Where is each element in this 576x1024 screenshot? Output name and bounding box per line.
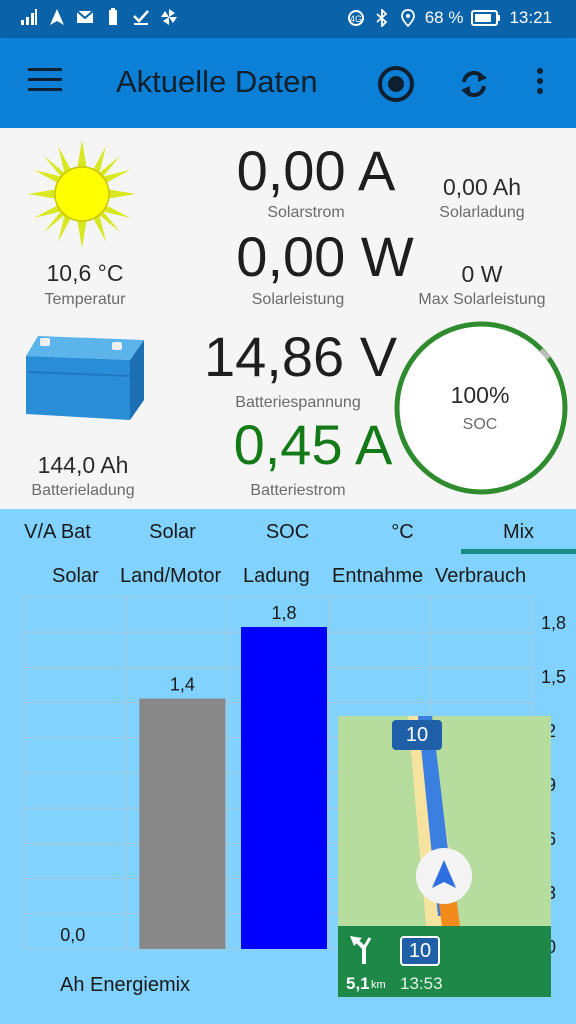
navigation-overlay[interactable]: 10 5,1 km 10 13:53 [338,716,551,997]
check-icon [133,10,149,25]
temperature-label: Temperatur [44,291,126,308]
tab-temperature[interactable]: °C [345,521,460,544]
soc-value: 100% [450,382,510,408]
solar-charge-value: 0,00 Ah [442,174,522,200]
distance-unit: km [371,979,386,991]
navigation-panel: 5,1 km 10 13:53 [338,926,551,997]
status-right-icons: 4G 68 % 13:21 [347,8,552,28]
tab-va-bat[interactable]: V/A Bat [0,521,115,544]
battery-alert-icon [109,8,117,25]
bar-1 [139,698,226,949]
status-left-icons [20,8,178,26]
bluetooth-icon [376,9,388,27]
tab-soc[interactable]: SOC [230,521,345,544]
turn-left-icon [350,936,372,964]
app-title: Aktuelle Daten [116,64,318,99]
soc-label: SOC [462,416,498,433]
battery-voltage-label: Batteriespannung [235,394,361,411]
y-tick-label: 1,5 [541,667,566,687]
bar-value-label: 0,0 [60,925,85,945]
bar-2 [241,627,327,949]
solar-charge-label: Solarladung [439,204,525,221]
refresh-icon[interactable] [456,66,492,102]
menu-icon[interactable] [28,68,62,98]
active-tab-indicator [461,549,576,554]
battery-icon [471,10,501,26]
max-solar-power-label: Max Solarleistung [418,291,546,308]
battery-voltage-value: 14,86 V [204,325,398,388]
app-bar: Aktuelle Daten [0,38,576,128]
next-shield: 10 [400,936,440,966]
solar-power-label: Solarleistung [251,291,345,308]
more-options-icon[interactable] [532,68,548,102]
bar-value-label: 1,4 [170,675,195,695]
record-button[interactable] [378,66,414,102]
battery-charge-label: Batterieladung [31,482,135,499]
solar-current-value: 0,00 A [236,139,396,202]
location-icon [400,9,415,27]
pinwheel-icon [161,9,177,25]
route-shield: 10 [392,720,442,750]
distance-value: 5,1 [346,974,370,993]
svg-text:4G: 4G [350,14,362,24]
navigation-icon [50,9,64,25]
chart-tabs: V/A Bat Solar SOC °C Mix [0,509,576,555]
battery-current-label: Batteriestrom [250,482,346,499]
battery-icon-large [26,336,144,420]
tab-solar[interactable]: Solar [115,521,230,544]
navigation-map [408,716,472,926]
mail-icon [76,10,94,23]
solar-current-label: Solarstrom [267,204,345,221]
y-tick-label: 1,8 [541,613,566,633]
battery-percent: 68 % [424,8,464,27]
max-solar-power-value: 0 W [461,261,503,287]
eta-time: 13:53 [400,974,443,993]
temperature-value: 10,6 °C [46,260,124,286]
data-saver-icon: 4G [347,10,364,26]
live-data-panel: 10,6 °C Temperatur 0,00 A Solarstrom 0,0… [0,128,576,509]
bar-value-label: 1,8 [271,603,296,623]
status-time: 13:21 [509,8,552,27]
chart-title: Ah Energiemix [60,974,191,996]
tab-mix[interactable]: Mix [461,521,576,544]
status-bar: 4G 68 % 13:21 [0,0,576,38]
sun-icon [28,140,136,248]
battery-charge-value: 144,0 Ah [37,452,129,478]
battery-current-value: 0,45 A [233,413,393,476]
signal-icon [21,9,37,25]
